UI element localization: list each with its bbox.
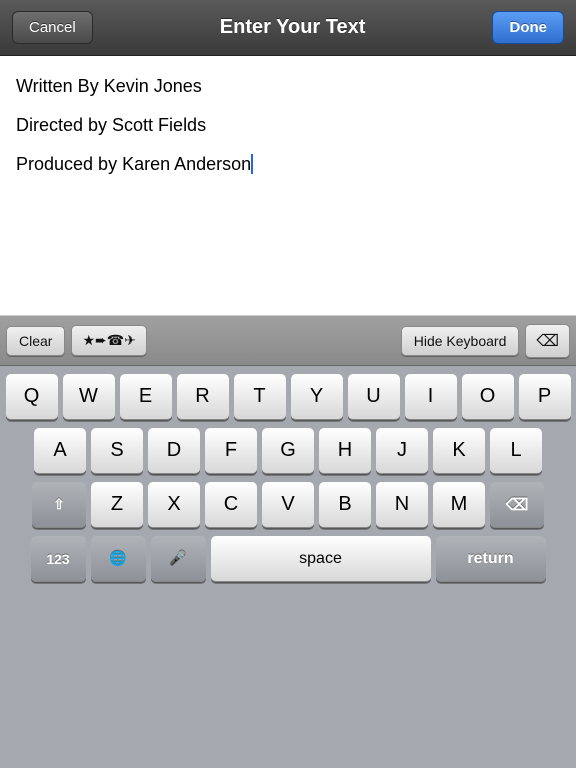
key-j[interactable]: J [376, 428, 428, 474]
key-g[interactable]: G [262, 428, 314, 474]
text-editor[interactable]: Written By Kevin Jones Directed by Scott… [0, 56, 576, 316]
page-title: Enter Your Text [220, 16, 366, 39]
key-row-2: A S D F G H J K L [4, 428, 572, 474]
key-r[interactable]: R [177, 374, 229, 420]
key-n[interactable]: N [376, 482, 428, 528]
key-o[interactable]: O [462, 374, 514, 420]
key-a[interactable]: A [34, 428, 86, 474]
clear-button[interactable]: Clear [6, 326, 65, 356]
keyboard-toolbar: Clear ★➨☎✈ Hide Keyboard ⌫ [0, 316, 576, 366]
text-line-3: Produced by Karen Anderson [16, 150, 560, 179]
cancel-button[interactable]: Cancel [12, 11, 93, 44]
key-z[interactable]: Z [91, 482, 143, 528]
text-line-2: Directed by Scott Fields [16, 111, 560, 140]
key-l[interactable]: L [490, 428, 542, 474]
key-f[interactable]: F [205, 428, 257, 474]
key-u[interactable]: U [348, 374, 400, 420]
nav-bar: Cancel Enter Your Text Done [0, 0, 576, 56]
key-h[interactable]: H [319, 428, 371, 474]
key-y[interactable]: Y [291, 374, 343, 420]
symbols-button[interactable]: ★➨☎✈ [71, 325, 146, 356]
key-m[interactable]: M [433, 482, 485, 528]
key-row-1: Q W E R T Y U I O P [4, 374, 572, 420]
numbers-key[interactable]: 123 [31, 536, 86, 582]
key-i[interactable]: I [405, 374, 457, 420]
globe-key[interactable]: 🌐 [91, 536, 146, 582]
return-key[interactable]: return [436, 536, 546, 582]
key-k[interactable]: K [433, 428, 485, 474]
toolbar-delete-button[interactable]: ⌫ [525, 324, 570, 358]
delete-key[interactable]: ⌫ [490, 482, 544, 528]
key-x[interactable]: X [148, 482, 200, 528]
text-line-1: Written By Kevin Jones [16, 72, 560, 101]
key-row-3: ⇧ Z X C V B N M ⌫ [4, 482, 572, 528]
mic-key[interactable]: 🎤 [151, 536, 206, 582]
key-t[interactable]: T [234, 374, 286, 420]
keyboard: Q W E R T Y U I O P A S D F G H J K L ⇧ … [0, 366, 576, 768]
key-s[interactable]: S [91, 428, 143, 474]
key-c[interactable]: C [205, 482, 257, 528]
key-row-4: 123 🌐 🎤 space return [4, 536, 572, 582]
key-w[interactable]: W [63, 374, 115, 420]
key-e[interactable]: E [120, 374, 172, 420]
text-cursor [251, 154, 253, 174]
key-v[interactable]: V [262, 482, 314, 528]
key-d[interactable]: D [148, 428, 200, 474]
key-q[interactable]: Q [6, 374, 58, 420]
key-p[interactable]: P [519, 374, 571, 420]
shift-key[interactable]: ⇧ [32, 482, 86, 528]
text-content: Written By Kevin Jones Directed by Scott… [16, 72, 560, 178]
done-button[interactable]: Done [492, 11, 564, 44]
space-key[interactable]: space [211, 536, 431, 582]
hide-keyboard-button[interactable]: Hide Keyboard [401, 326, 520, 356]
key-b[interactable]: B [319, 482, 371, 528]
